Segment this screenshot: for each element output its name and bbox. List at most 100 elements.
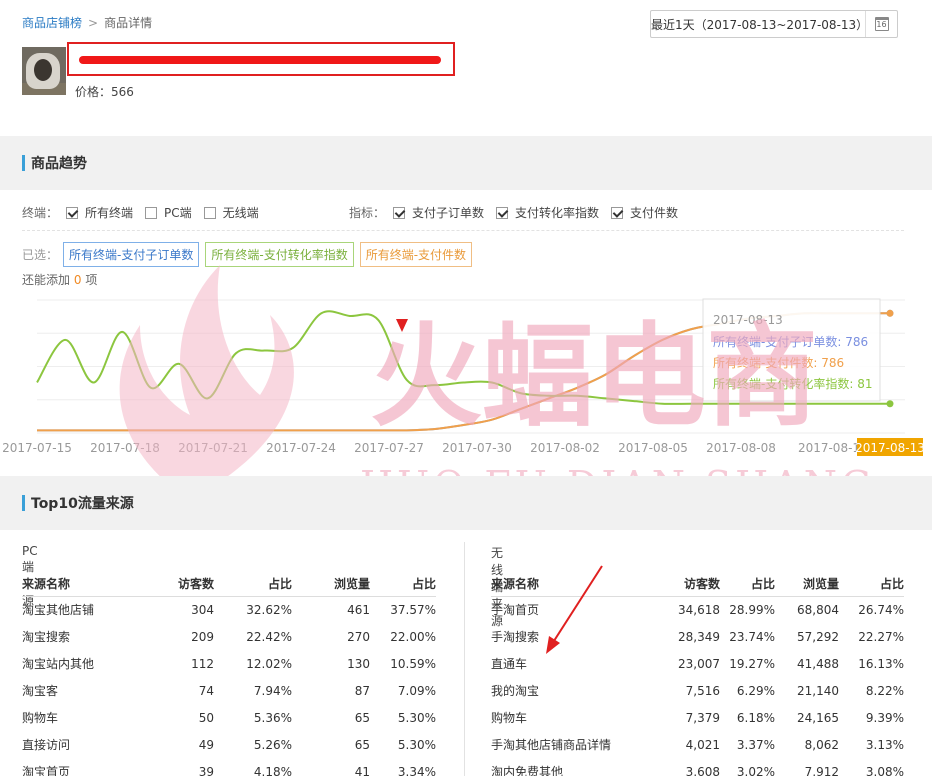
table-cell: 57,292 bbox=[797, 629, 839, 644]
metric-checkbox-0[interactable]: 支付子订单数 bbox=[393, 204, 484, 221]
chart-x-tick-label: 2017-07-30 bbox=[442, 441, 512, 455]
breadcrumb-root-link[interactable]: 商品店铺榜 bbox=[22, 16, 82, 30]
checkbox-icon[interactable] bbox=[203, 206, 216, 219]
column-header[interactable]: 浏览量 bbox=[292, 572, 370, 596]
table-cell: 22.27% bbox=[858, 629, 904, 644]
column-header[interactable]: 来源名称 bbox=[22, 572, 152, 596]
column-header[interactable]: 占比 bbox=[370, 572, 436, 596]
table-cell: 28,349 bbox=[678, 629, 720, 644]
table-cell: 270 bbox=[347, 629, 370, 644]
table-row: 手淘其他店铺商品详情 4,021 3.37% 8,062 3.13% bbox=[491, 731, 904, 758]
trend-section-header: 商品趋势 bbox=[0, 136, 932, 190]
column-header[interactable]: 访客数 bbox=[152, 572, 214, 596]
table-cell: 22.00% bbox=[390, 629, 436, 644]
table-cell: 12.02% bbox=[246, 656, 292, 671]
selected-metrics: 已选： 所有终端-支付子订单数 所有终端-支付转化率指数 所有终端-支付件数 bbox=[22, 242, 478, 267]
table-cell: 49 bbox=[198, 737, 214, 752]
chart-x-tick-label: 2017-08-1 bbox=[798, 441, 860, 455]
trend-section-title: 商品趋势 bbox=[31, 156, 87, 172]
can-add-prefix: 还能添加 bbox=[22, 273, 71, 287]
source-name: 淘宝客 bbox=[22, 684, 59, 698]
source-name: 淘宝搜索 bbox=[22, 630, 71, 644]
source-name: 购物车 bbox=[22, 711, 59, 725]
section-accent-bar bbox=[22, 495, 25, 511]
chart-x-tick-label: 2017-07-18 bbox=[90, 441, 160, 455]
selected-metric-tag[interactable]: 所有终端-支付转化率指数 bbox=[205, 242, 354, 267]
table-cell: 65 bbox=[354, 737, 370, 752]
table-cell: 87 bbox=[354, 683, 370, 698]
chart-series-point[interactable] bbox=[886, 400, 894, 408]
metric-checkbox-label: 支付子订单数 bbox=[412, 206, 485, 220]
traffic-tables: PC端来源 来源名称 访客数 占比 浏览量 占比 淘宝其他店铺 304 32.62% 461 37… bbox=[0, 530, 932, 776]
metric-checkbox-2[interactable]: 支付件数 bbox=[611, 204, 678, 221]
breadcrumb-current: 商品详情 bbox=[104, 16, 153, 30]
product-price: 价格：566 bbox=[75, 85, 134, 99]
column-header[interactable]: 占比 bbox=[720, 572, 775, 596]
selected-metric-tag[interactable]: 所有终端-支付子订单数 bbox=[63, 242, 200, 267]
terminal-checkbox-1[interactable]: PC端 bbox=[145, 204, 192, 221]
terminal-label: 终端： bbox=[22, 206, 59, 221]
column-header[interactable]: 占比 bbox=[839, 572, 904, 596]
table-cell: 3,608 bbox=[685, 764, 720, 776]
terminal-checkbox-2[interactable]: 无线端 bbox=[203, 204, 259, 221]
chart-x-tick-label: 2017-07-15 bbox=[2, 441, 72, 455]
table-cell: 5.36% bbox=[253, 710, 292, 725]
table-cell: 37.57% bbox=[390, 602, 436, 617]
checkbox-icon[interactable] bbox=[611, 206, 624, 219]
table-cell: 4.18% bbox=[253, 764, 292, 776]
table-cell: 5.26% bbox=[253, 737, 292, 752]
product-title-redacted bbox=[67, 42, 455, 76]
table-cell: 3.34% bbox=[397, 764, 436, 776]
annotation-marker-icon bbox=[396, 319, 408, 332]
table-cell: 9.39% bbox=[865, 710, 904, 725]
metric-label: 指标： bbox=[349, 206, 386, 221]
trend-chart[interactable]: 2017-07-15 2017-07-18 2017-07-21 2017-07-24… bbox=[0, 290, 932, 460]
calendar-button[interactable]: 16 bbox=[865, 11, 897, 37]
table-row: 购物车 7,379 6.18% 24,165 9.39% bbox=[491, 704, 904, 731]
table-row: 淘宝首页 39 4.18% 41 3.34% bbox=[22, 758, 436, 776]
checkbox-icon[interactable] bbox=[145, 206, 158, 219]
table-cell: 304 bbox=[191, 602, 214, 617]
table-cell: 209 bbox=[191, 629, 214, 644]
table-row: 淘宝其他店铺 304 32.62% 461 37.57% bbox=[22, 596, 436, 623]
metric-checkbox-label: 支付件数 bbox=[630, 206, 679, 220]
table-row: 淘宝搜索 209 22.42% 270 22.00% bbox=[22, 623, 436, 650]
selected-metric-tag[interactable]: 所有终端-支付件数 bbox=[359, 242, 473, 267]
table-cell: 23.74% bbox=[729, 629, 775, 644]
terminal-checkbox-0[interactable]: 所有终端 bbox=[66, 204, 133, 221]
metric-checkbox-1[interactable]: 支付转化率指数 bbox=[496, 204, 599, 221]
source-name: 淘宝站内其他 bbox=[22, 657, 95, 671]
checkbox-icon[interactable] bbox=[393, 206, 406, 219]
table-cell: 5.30% bbox=[397, 710, 436, 725]
table-cell: 4,021 bbox=[685, 737, 720, 752]
table-row: 淘内免费其他 3,608 3.02% 7,912 3.08% bbox=[491, 758, 904, 776]
table-row: 直接访问 49 5.26% 65 5.30% bbox=[22, 731, 436, 758]
product-thumbnail[interactable] bbox=[22, 47, 66, 95]
column-header[interactable]: 浏览量 bbox=[775, 572, 839, 596]
terminal-checkbox-label: PC端 bbox=[164, 206, 192, 220]
calendar-icon: 16 bbox=[874, 17, 889, 31]
chart-series-point[interactable] bbox=[886, 309, 894, 317]
chart-x-tick-label: 2017-08-02 bbox=[530, 441, 600, 455]
table-cell: 7.94% bbox=[253, 683, 292, 698]
table-cell: 5.30% bbox=[397, 737, 436, 752]
chart-tooltip-row: 所有终端-支付转化率指数: 81 bbox=[713, 376, 872, 391]
table-cell: 41,488 bbox=[797, 656, 839, 671]
table-cell: 19.27% bbox=[729, 656, 775, 671]
selected-label: 已选： bbox=[22, 248, 59, 262]
terminal-checkbox-label: 无线端 bbox=[222, 206, 259, 220]
table-cell: 3.37% bbox=[736, 737, 775, 752]
can-add-text: 还能添加 0 项 bbox=[22, 271, 97, 288]
column-header[interactable]: 占比 bbox=[214, 572, 292, 596]
table-cell: 8.22% bbox=[865, 683, 904, 698]
source-name: 我的淘宝 bbox=[491, 684, 540, 698]
column-header[interactable]: 访客数 bbox=[656, 572, 720, 596]
chart-x-tick-label: 2017-07-24 bbox=[266, 441, 336, 455]
date-range-picker[interactable]: 最近1天（2017-08-13~2017-08-13） 16 bbox=[650, 10, 898, 38]
table-cell: 41 bbox=[354, 764, 370, 776]
table-cell: 68,804 bbox=[797, 602, 839, 617]
source-name: 购物车 bbox=[491, 711, 528, 725]
checkbox-icon[interactable] bbox=[496, 206, 509, 219]
terminal-checkbox-label: 所有终端 bbox=[85, 206, 134, 220]
checkbox-icon[interactable] bbox=[66, 206, 79, 219]
